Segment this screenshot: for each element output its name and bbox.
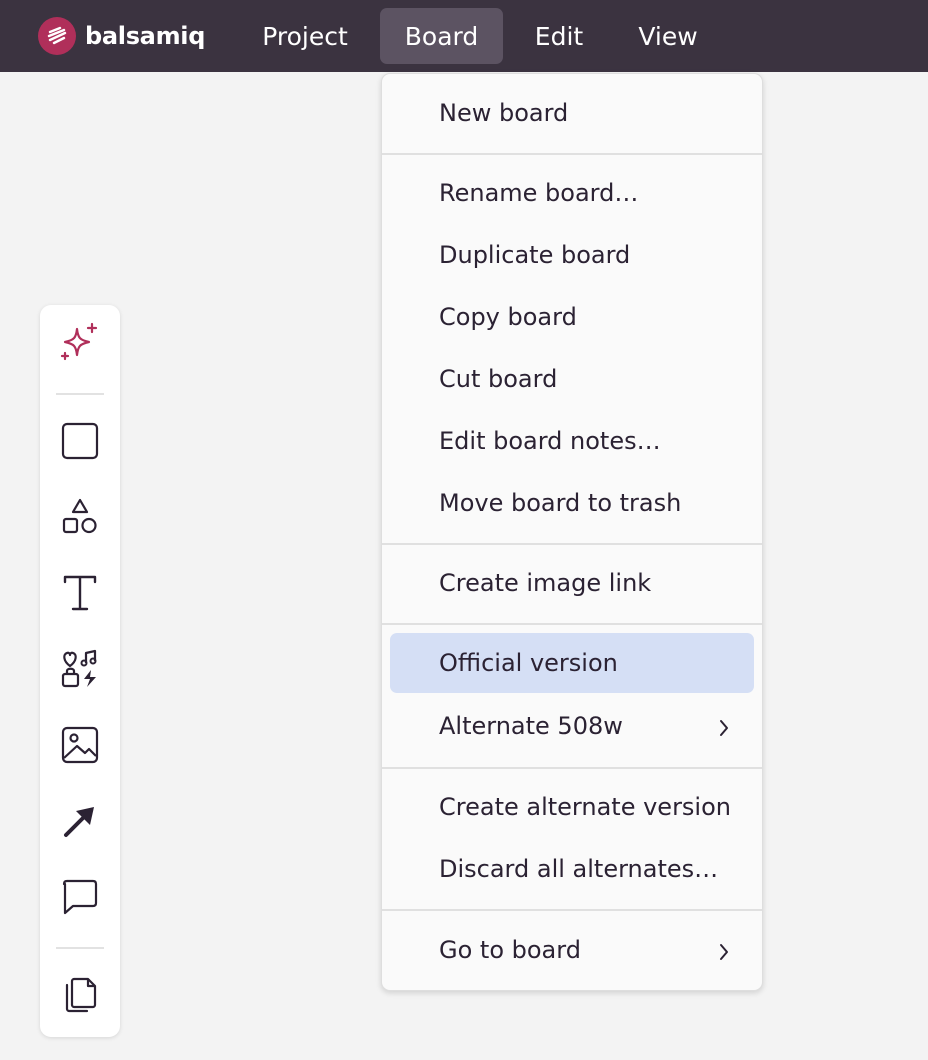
menu-item-create-alternate[interactable]: Create alternate version <box>382 777 762 837</box>
image-icon <box>60 725 100 769</box>
menu-item-create-image-link[interactable]: Create image link <box>382 553 762 613</box>
menu-project[interactable]: Project <box>243 8 367 64</box>
menu-divider <box>382 543 762 545</box>
arrow-tool[interactable] <box>40 793 120 853</box>
toolbar-divider <box>56 393 104 395</box>
text-icon <box>60 573 100 617</box>
menu-board[interactable]: Board <box>380 8 503 64</box>
rectangle-tool[interactable] <box>40 413 120 473</box>
ai-assistant-tool[interactable] <box>40 315 120 375</box>
shapes-icon <box>59 496 101 542</box>
menu-item-label: Alternate 508w <box>439 712 623 740</box>
menu-divider <box>382 623 762 625</box>
chevron-right-icon <box>718 716 730 744</box>
pages-tool[interactable] <box>40 967 120 1027</box>
menu-item-discard-alternates[interactable]: Discard all alternates… <box>382 839 762 899</box>
icons-library-icon <box>59 648 101 694</box>
icons-tool[interactable] <box>40 641 120 701</box>
image-tool[interactable] <box>40 717 120 777</box>
comment-icon <box>60 877 100 921</box>
menu-item-cut-board[interactable]: Cut board <box>382 349 762 409</box>
menu-item-edit-board-notes[interactable]: Edit board notes… <box>382 411 762 471</box>
tools-toolbar <box>40 305 120 1037</box>
menu-divider <box>382 153 762 155</box>
app-name: balsamiq <box>85 22 206 50</box>
menu-divider <box>382 767 762 769</box>
sparkle-icon <box>58 321 102 369</box>
menu-item-rename-board[interactable]: Rename board… <box>382 163 762 223</box>
app-logo[interactable]: balsamiq <box>38 17 205 55</box>
menu-item-move-to-trash[interactable]: Move board to trash <box>382 473 762 533</box>
menu-item-go-to-board[interactable]: Go to board <box>382 920 762 980</box>
menu-item-new-board[interactable]: New board <box>382 83 762 143</box>
comment-tool[interactable] <box>40 869 120 929</box>
square-icon <box>60 421 100 465</box>
copy-pages-icon <box>60 975 100 1019</box>
menu-bar: balsamiq Project Board Edit View <box>0 0 928 72</box>
text-tool[interactable] <box>40 565 120 625</box>
menu-item-label: Go to board <box>439 936 581 964</box>
menu-view[interactable]: View <box>618 8 718 64</box>
menu-item-copy-board[interactable]: Copy board <box>382 287 762 347</box>
shapes-tool[interactable] <box>40 489 120 549</box>
chevron-right-icon <box>718 940 730 968</box>
board-menu-dropdown: New board Rename board… Duplicate board … <box>381 73 763 991</box>
menu-item-alternate-508w[interactable]: Alternate 508w <box>382 696 762 756</box>
menu-divider <box>382 909 762 911</box>
arrow-icon <box>60 801 100 845</box>
menu-edit[interactable]: Edit <box>515 8 603 64</box>
balsamiq-logo-icon <box>38 17 76 55</box>
toolbar-divider <box>56 947 104 949</box>
menu-item-official-version[interactable]: Official version <box>390 633 754 693</box>
menu-item-duplicate-board[interactable]: Duplicate board <box>382 225 762 285</box>
